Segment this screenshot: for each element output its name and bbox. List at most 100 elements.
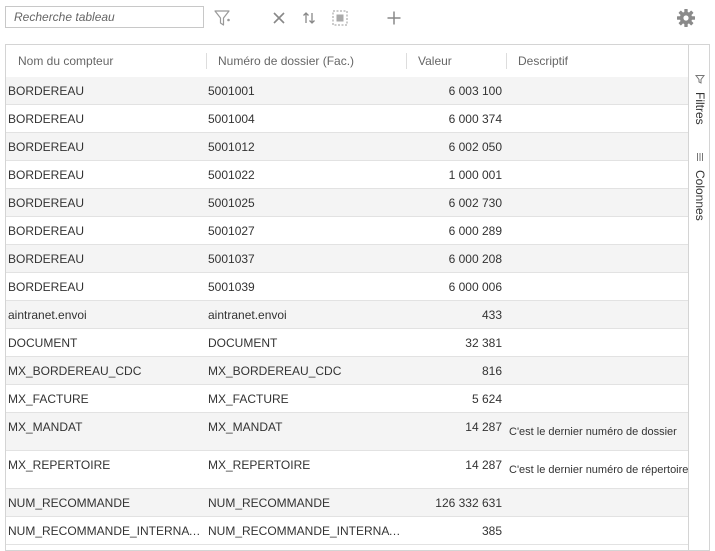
grid-header: Nom du compteur Numéro de dossier (Fac.)… [6, 45, 688, 78]
gear-icon[interactable] [675, 7, 697, 29]
toolbar [0, 0, 715, 40]
column-header-descriptif[interactable]: Descriptif [506, 45, 688, 77]
cell-valeur: 6 000 289 [448, 224, 502, 238]
filter-icon [695, 71, 705, 89]
cell-valeur: 1 000 001 [448, 168, 502, 182]
cell-numero-dossier: 5001004 [208, 112, 255, 126]
cell-descriptif [509, 217, 689, 224]
column-header-numero-dossier[interactable]: Numéro de dossier (Fac.) [206, 45, 406, 77]
table-row[interactable]: MX_REPERTOIRE MX_REPERTOIRE 14 287 C'est le… [6, 451, 688, 489]
cell-valeur: 6 000 374 [448, 112, 502, 126]
cell-descriptif [509, 517, 689, 524]
close-icon[interactable] [268, 7, 290, 29]
cell-numero-dossier: 5001012 [208, 140, 255, 154]
cell-nom-compteur: MX_MANDAT [8, 420, 83, 434]
column-header-valeur[interactable]: Valeur [406, 45, 506, 77]
cell-descriptif [509, 161, 689, 168]
cell-descriptif: C'est le dernier numéro de répertoire [509, 464, 689, 476]
cell-valeur: 6 002 730 [448, 196, 502, 210]
cell-descriptif [509, 133, 689, 140]
cell-nom-compteur: aintranet.envoi [8, 308, 87, 322]
cell-valeur: 433 [481, 308, 502, 322]
table-row[interactable]: MX_FACTURE MX_FACTURE 5 624 [6, 385, 688, 413]
side-panel: Filtres Colonnes [688, 45, 709, 550]
table-row[interactable]: MX_BORDEREAU_CDC MX_BORDEREAU_CDC 816 [6, 357, 688, 385]
table-row[interactable]: aintranet.envoi aintranet.envoi 433 [6, 301, 688, 329]
cell-nom-compteur: NUM_RECOMMANDE_INTERNATIONAL [8, 524, 206, 538]
cell-nom-compteur: BORDEREAU [8, 196, 85, 210]
cell-descriptif [509, 489, 689, 496]
cell-nom-compteur: NUM_RECOMMANDE [8, 496, 131, 510]
select-all-icon[interactable] [329, 7, 351, 29]
cell-nom-compteur: BORDEREAU [8, 168, 85, 182]
cell-valeur: 6 000 006 [448, 280, 502, 294]
cell-descriptif: C'est le dernier numéro de dossier [509, 426, 677, 438]
cell-numero-dossier: MX_MANDAT [208, 420, 283, 434]
table-row[interactable]: NUM_RECOMMANDE NUM_RECOMMANDE 126 332 631 [6, 489, 688, 517]
table-row[interactable]: BORDEREAU 5001004 6 000 374 [6, 105, 688, 133]
cell-valeur: 14 287 [465, 458, 502, 472]
cell-valeur: 6 000 208 [448, 252, 502, 266]
cell-nom-compteur: MX_FACTURE [8, 392, 89, 406]
cell-descriptif [509, 105, 689, 112]
cell-nom-compteur: MX_REPERTOIRE [8, 458, 111, 472]
cell-numero-dossier: DOCUMENT [208, 336, 278, 350]
cell-nom-compteur: MX_BORDEREAU_CDC [8, 364, 142, 378]
table-row[interactable]: BORDEREAU 5001001 6 003 100 [6, 77, 688, 105]
cell-descriptif [509, 301, 689, 308]
cell-valeur: 6 002 050 [448, 140, 502, 154]
cell-descriptif [509, 273, 689, 280]
cell-descriptif [509, 385, 689, 392]
cell-valeur: 32 381 [465, 336, 502, 350]
cell-nom-compteur: BORDEREAU [8, 252, 85, 266]
table-row[interactable]: BORDEREAU 5001025 6 002 730 [6, 189, 688, 217]
cell-nom-compteur: BORDEREAU [8, 84, 85, 98]
cell-valeur: 14 287 [465, 420, 502, 434]
cell-numero-dossier: NUM_RECOMMANDE [208, 496, 331, 510]
table-row[interactable]: BORDEREAU 5001027 6 000 289 [6, 217, 688, 245]
cell-numero-dossier: 5001022 [208, 168, 255, 182]
cell-descriptif [509, 77, 689, 84]
cell-valeur: 5 624 [471, 392, 502, 406]
cell-numero-dossier: 5001025 [208, 196, 255, 210]
table-row[interactable]: NUM_RECOMMANDE_INTERNATIONALNUM_RECOMMAN… [6, 517, 688, 545]
columns-tab-label: Colonnes [693, 170, 707, 221]
column-header-nom-compteur[interactable]: Nom du compteur [6, 45, 206, 77]
cell-nom-compteur: BORDEREAU [8, 140, 85, 154]
cell-valeur: 6 003 100 [448, 84, 502, 98]
cell-valeur: 126 332 631 [435, 496, 502, 510]
cell-nom-compteur: DOCUMENT [8, 336, 78, 350]
table-row[interactable]: BORDEREAU 5001037 6 000 208 [6, 245, 688, 273]
cell-numero-dossier: 5001037 [208, 252, 255, 266]
data-grid: Nom du compteur Numéro de dossier (Fac.)… [5, 44, 710, 551]
cell-numero-dossier: 5001039 [208, 280, 255, 294]
cell-numero-dossier: 5001027 [208, 224, 255, 238]
columns-tab[interactable]: Colonnes [691, 149, 709, 221]
cell-numero-dossier: MX_FACTURE [208, 392, 289, 406]
cell-descriptif [509, 357, 689, 364]
sort-icon[interactable] [298, 7, 320, 29]
cell-numero-dossier: NUM_RECOMMANDE_INTERNATIONAL [208, 524, 406, 538]
table-row[interactable]: MX_MANDAT MX_MANDAT 14 287 C'est le dernier… [6, 413, 688, 451]
cell-numero-dossier: MX_REPERTOIRE [208, 458, 311, 472]
filters-tab[interactable]: Filtres [691, 71, 709, 125]
cell-numero-dossier: MX_BORDEREAU_CDC [208, 364, 342, 378]
filters-tab-label: Filtres [693, 92, 707, 125]
table-row[interactable]: BORDEREAU 5001012 6 002 050 [6, 133, 688, 161]
cell-descriptif [509, 189, 689, 196]
cell-nom-compteur: BORDEREAU [8, 224, 85, 238]
table-row[interactable]: BORDEREAU 5001039 6 000 006 [6, 273, 688, 301]
cell-numero-dossier: 5001001 [208, 84, 255, 98]
cell-nom-compteur: BORDEREAU [8, 280, 85, 294]
table-row[interactable]: DOCUMENT DOCUMENT 32 381 [6, 329, 688, 357]
filter-icon[interactable] [212, 7, 234, 29]
cell-nom-compteur: BORDEREAU [8, 112, 85, 126]
add-icon[interactable] [383, 7, 405, 29]
table-row[interactable]: BORDEREAU 5001022 1 000 001 [6, 161, 688, 189]
cell-valeur: 385 [481, 524, 502, 538]
cell-descriptif [509, 329, 689, 336]
cell-numero-dossier: aintranet.envoi [208, 308, 287, 322]
table-search-input[interactable] [5, 6, 204, 28]
cell-valeur: 816 [481, 364, 502, 378]
columns-icon [695, 149, 705, 167]
